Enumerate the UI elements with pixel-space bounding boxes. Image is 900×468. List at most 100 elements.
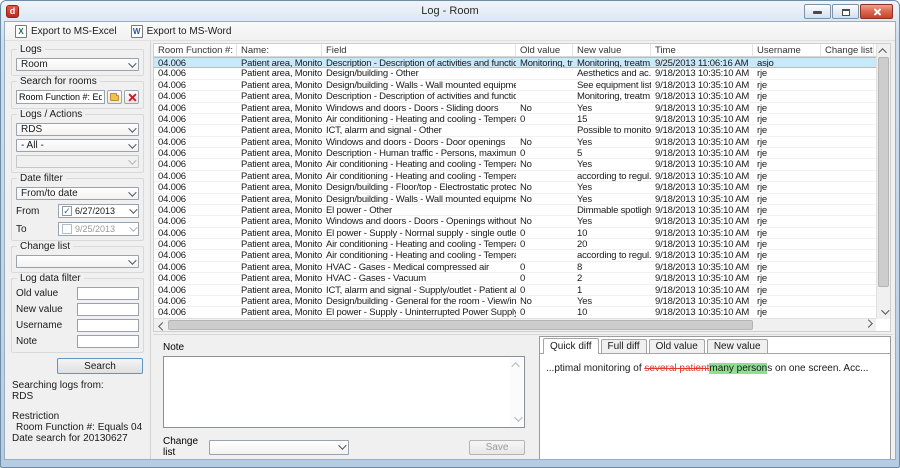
table-cell bbox=[821, 216, 874, 226]
tab-new-value[interactable]: New value bbox=[707, 339, 768, 353]
new-value-input[interactable] bbox=[77, 303, 139, 316]
table-row[interactable]: 04.006Patient area, MonitoringICT, alarm… bbox=[154, 285, 890, 296]
table-cell: asjo bbox=[753, 58, 821, 67]
change-list-group: Change list bbox=[11, 246, 144, 273]
table-row[interactable]: 04.006Patient area, MonitoringEl power -… bbox=[154, 205, 890, 216]
table-cell: 9/18/2013 10:35:10 AM bbox=[651, 285, 753, 295]
diff-panel: Quick diffFull diffOld valueNew value ..… bbox=[539, 336, 891, 460]
export-excel-button[interactable]: Export to MS-Excel bbox=[8, 23, 124, 40]
table-row[interactable]: 04.006Patient area, MonitoringDesign/bui… bbox=[154, 80, 890, 91]
column-header-old-value[interactable]: Old value bbox=[516, 44, 573, 56]
table-cell: 15 bbox=[573, 114, 651, 124]
table-cell: Yes bbox=[573, 194, 651, 204]
scroll-left-icon[interactable] bbox=[158, 322, 166, 330]
table-cell: 9/18/2013 10:35:10 AM bbox=[651, 91, 753, 101]
table-row[interactable]: 04.006Patient area, MonitoringAir condit… bbox=[154, 239, 890, 250]
scroll-down-icon[interactable] bbox=[881, 306, 889, 314]
scroll-down-icon[interactable] bbox=[514, 413, 522, 421]
search-button[interactable]: Search bbox=[57, 358, 143, 374]
clear-room-filter-button[interactable] bbox=[124, 90, 139, 104]
save-button[interactable]: Save bbox=[469, 440, 525, 455]
table-cell: No bbox=[516, 182, 573, 192]
table-cell bbox=[821, 171, 874, 181]
note-scrollbar[interactable] bbox=[510, 358, 523, 426]
table-cell: 9/18/2013 10:35:10 AM bbox=[651, 273, 753, 283]
table-row[interactable]: 04.006Patient area, MonitoringWindows an… bbox=[154, 216, 890, 227]
table-cell: Air conditioning - Heating and cooling -… bbox=[322, 239, 516, 249]
table-row[interactable]: 04.006Patient area, MonitoringDescriptio… bbox=[154, 148, 890, 159]
export-word-button[interactable]: Export to MS-Word bbox=[124, 23, 239, 40]
log-table-header: Room Function #:Name:FieldOld valueNew v… bbox=[154, 44, 890, 57]
tab-quick-diff[interactable]: Quick diff bbox=[543, 338, 599, 354]
tab-full-diff[interactable]: Full diff bbox=[601, 339, 647, 353]
export-word-label: Export to MS-Word bbox=[147, 26, 232, 37]
minimize-button[interactable] bbox=[804, 4, 831, 19]
table-row[interactable]: 04.006Patient area, MonitoringWindows an… bbox=[154, 137, 890, 148]
table-cell: Windows and doors - Doors - Sliding door… bbox=[322, 103, 516, 113]
table-cell: rje bbox=[753, 307, 821, 317]
column-header-time[interactable]: Time bbox=[651, 44, 753, 56]
table-row[interactable]: 04.006Patient area, MonitoringAir condit… bbox=[154, 171, 890, 182]
table-row[interactable]: 04.006Patient area, MonitoringAir condit… bbox=[154, 159, 890, 170]
log-table: Room Function #:Name:FieldOld valueNew v… bbox=[153, 43, 891, 332]
column-header-new-value[interactable]: New value bbox=[573, 44, 651, 56]
table-cell bbox=[516, 125, 573, 135]
column-header-change-list[interactable]: Change list bbox=[821, 44, 874, 56]
column-header-room-function[interactable]: Room Function #: bbox=[154, 44, 237, 56]
table-row[interactable]: 04.006Patient area, MonitoringICT, alarm… bbox=[154, 125, 890, 136]
table-row[interactable]: 04.006Patient area, MonitoringDesign/bui… bbox=[154, 296, 890, 307]
horizontal-scrollbar[interactable] bbox=[154, 318, 876, 331]
table-cell: 9/18/2013 10:35:10 AM bbox=[651, 205, 753, 215]
tab-old-value[interactable]: Old value bbox=[649, 339, 705, 353]
table-cell: Monitoring, tre... bbox=[516, 58, 573, 67]
to-checkbox[interactable] bbox=[62, 224, 72, 234]
table-row[interactable]: 04.006Patient area, MonitoringHVAC - Gas… bbox=[154, 262, 890, 273]
vertical-scrollbar[interactable] bbox=[876, 44, 890, 318]
logs-select[interactable]: Room bbox=[16, 58, 139, 71]
table-row[interactable]: 04.006Patient area, MonitoringAir condit… bbox=[154, 250, 890, 261]
table-row[interactable]: 04.006Patient area, MonitoringDescriptio… bbox=[154, 57, 890, 68]
table-row[interactable]: 04.006Patient area, MonitoringHVAC - Gas… bbox=[154, 273, 890, 284]
table-cell bbox=[821, 91, 874, 101]
table-row[interactable]: 04.006Patient area, MonitoringAir condit… bbox=[154, 114, 890, 125]
scroll-up-icon[interactable] bbox=[878, 48, 886, 56]
vertical-scroll-thumb[interactable] bbox=[878, 57, 889, 287]
column-header-name[interactable]: Name: bbox=[237, 44, 322, 56]
logs-actions-select-1[interactable]: RDS bbox=[16, 123, 139, 136]
username-input[interactable] bbox=[77, 319, 139, 332]
table-row[interactable]: 04.006Patient area, MonitoringEl power -… bbox=[154, 228, 890, 239]
table-cell bbox=[516, 205, 573, 215]
change-list-assign-select[interactable] bbox=[209, 440, 349, 455]
table-row[interactable]: 04.006Patient area, MonitoringDesign/bui… bbox=[154, 194, 890, 205]
browse-rooms-button[interactable] bbox=[107, 90, 122, 104]
logs-actions-select-3[interactable] bbox=[16, 155, 139, 168]
scroll-right-icon[interactable] bbox=[864, 319, 872, 327]
scroll-up-icon[interactable] bbox=[511, 362, 519, 370]
change-list-select[interactable] bbox=[16, 255, 139, 268]
note-filter-input[interactable] bbox=[77, 335, 139, 348]
to-date-picker[interactable]: 9/25/2013 bbox=[58, 222, 139, 236]
note-textarea[interactable] bbox=[164, 357, 524, 427]
table-cell: HVAC - Gases - Medical compressed air bbox=[322, 262, 516, 272]
table-row[interactable]: 04.006Patient area, MonitoringDesign/bui… bbox=[154, 182, 890, 193]
table-row[interactable]: 04.006Patient area, MonitoringEl power -… bbox=[154, 307, 890, 318]
logs-actions-select-2[interactable]: - All - bbox=[16, 139, 139, 152]
from-date-picker[interactable]: ✓ 6/27/2013 bbox=[58, 204, 139, 218]
chevron-down-icon bbox=[128, 156, 136, 164]
old-value-input[interactable] bbox=[77, 287, 139, 300]
table-cell: 10 bbox=[573, 228, 651, 238]
chevron-down-icon bbox=[128, 188, 136, 196]
close-button[interactable] bbox=[860, 4, 893, 19]
logs-actions-group: Logs / Actions RDS - All - bbox=[11, 114, 144, 173]
maximize-button[interactable] bbox=[832, 4, 859, 19]
table-row[interactable]: 04.006Patient area, MonitoringDescriptio… bbox=[154, 91, 890, 102]
table-row[interactable]: 04.006Patient area, MonitoringWindows an… bbox=[154, 103, 890, 114]
column-header-username[interactable]: Username bbox=[753, 44, 821, 56]
search-rooms-input[interactable] bbox=[16, 90, 105, 104]
date-filter-select[interactable]: From/to date bbox=[16, 187, 139, 200]
table-cell bbox=[821, 137, 874, 147]
horizontal-scroll-thumb[interactable] bbox=[168, 320, 753, 330]
table-row[interactable]: 04.006Patient area, MonitoringDesign/bui… bbox=[154, 68, 890, 79]
column-header-field[interactable]: Field bbox=[322, 44, 516, 56]
from-checkbox[interactable]: ✓ bbox=[62, 206, 72, 216]
